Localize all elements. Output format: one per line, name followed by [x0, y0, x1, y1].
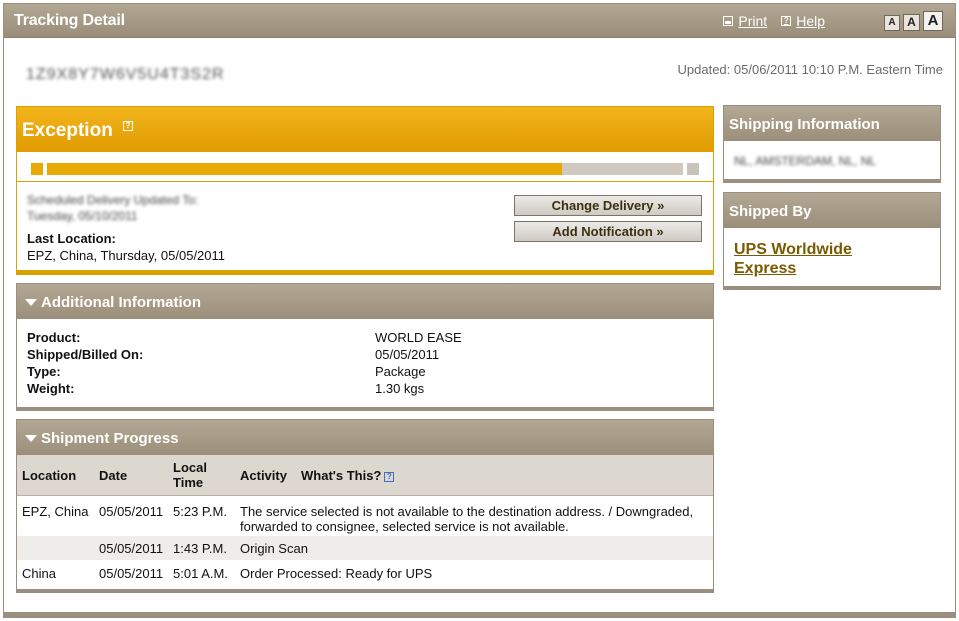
whats-this-label: What's This?: [301, 468, 382, 483]
row-location: EPZ, China: [22, 504, 89, 519]
collapse-triangle-icon: [25, 299, 37, 306]
help-link[interactable]: ? Help: [781, 13, 825, 29]
shipped-by-title: Shipped By: [729, 203, 812, 220]
table-row: China 05/05/2011 5:01 A.M. Order Process…: [17, 560, 713, 585]
row-activity: Origin Scan: [240, 541, 308, 556]
table-row: 05/05/2011 1:43 P.M. Origin Scan: [17, 536, 713, 560]
print-label: Print: [738, 13, 768, 29]
window-title: Tracking Detail: [14, 12, 125, 29]
shipping-info-header: Shipping Information: [724, 106, 940, 141]
print-link[interactable]: Print: [723, 13, 767, 29]
add-notification-button[interactable]: Add Notification »: [514, 221, 702, 242]
window-bottom-border: [4, 612, 955, 617]
help-label: Help: [796, 13, 825, 29]
progress-end-cap: [687, 163, 699, 175]
tracking-number: 1Z9X8Y7W6V5U4T3S2R: [26, 66, 225, 83]
info-row-type: Type: Package: [27, 364, 627, 381]
change-delivery-button[interactable]: Change Delivery »: [514, 195, 702, 216]
info-value: WORLD EASE: [375, 330, 462, 345]
shipment-progress-title: Shipment Progress: [41, 430, 179, 447]
last-location-label: Last Location:: [27, 231, 116, 246]
font-size-controls: A A A: [884, 11, 943, 31]
row-time: 1:43 P.M.: [173, 541, 227, 556]
help-icon: ?: [781, 16, 792, 26]
info-value: Package: [375, 364, 426, 379]
info-label: Type:: [27, 364, 61, 379]
tracking-window: Tracking Detail Print ? Help A A A 1Z9X8…: [3, 3, 956, 618]
col-activity: Activity: [240, 468, 287, 483]
col-local-time-2: Time: [173, 475, 204, 490]
updated-timestamp: Updated: 05/06/2011 10:10 P.M. Eastern T…: [677, 62, 943, 77]
question-icon[interactable]: ?: [384, 471, 395, 482]
divider: [17, 181, 713, 182]
toolbar: Print ? Help: [723, 13, 825, 29]
font-medium-button[interactable]: A: [903, 14, 920, 31]
progress-track: [47, 163, 683, 175]
shipment-progress-header[interactable]: Shipment Progress: [17, 420, 713, 455]
scheduled-delivery-text: Scheduled Delivery Updated To:: [27, 193, 199, 207]
info-row-product: Product: WORLD EASE: [27, 330, 627, 347]
print-icon: [723, 16, 734, 26]
info-value: 05/05/2011: [375, 347, 440, 362]
question-icon[interactable]: ?: [123, 121, 133, 131]
shipped-by-header: Shipped By: [724, 193, 940, 228]
info-row-shipped: Shipped/Billed On: 05/05/2011: [27, 347, 627, 364]
exception-bottom-bar: [17, 270, 713, 274]
col-local-time-1: Local: [173, 460, 207, 475]
shipping-info-panel: Shipping Information NL, AMSTERDAM, NL, …: [723, 105, 941, 183]
info-label: Weight:: [27, 381, 75, 396]
row-date: 05/05/2011: [99, 504, 164, 519]
row-activity: The service selected is not available to…: [240, 504, 694, 534]
additional-info-title: Additional Information: [41, 294, 201, 311]
row-location: China: [22, 566, 56, 581]
font-small-button[interactable]: A: [884, 15, 900, 31]
progress-table: Location Date Local Time Activity What's…: [17, 455, 713, 581]
row-date: 05/05/2011: [99, 541, 164, 556]
info-value: 1.30 kgs: [375, 381, 425, 396]
service-link[interactable]: UPS Worldwide Express: [734, 240, 914, 278]
exception-title: Exception: [22, 120, 113, 141]
row-activity: Order Processed: Ready for UPS: [240, 566, 433, 581]
additional-info-panel: Additional Information Product: WORLD EA…: [16, 283, 714, 411]
font-large-button[interactable]: A: [923, 11, 943, 31]
exception-header: Exception ?: [17, 107, 713, 152]
collapse-triangle-icon: [25, 435, 37, 442]
progress-fill: [47, 163, 563, 175]
additional-info-header[interactable]: Additional Information: [17, 284, 713, 319]
col-location: Location: [22, 468, 77, 483]
progress-bar: [31, 163, 699, 175]
exception-panel: Exception ? Scheduled Delivery Updated T…: [16, 106, 714, 275]
row-time: 5:23 P.M.: [173, 504, 227, 519]
whats-this-header: What's This??: [301, 468, 395, 483]
shipment-progress-panel: Shipment Progress Location Date Local Ti…: [16, 419, 714, 593]
info-label: Product:: [27, 330, 81, 345]
progress-table-header: Location Date Local Time Activity What's…: [17, 455, 713, 496]
shipping-address: NL, AMSTERDAM, NL, NL: [734, 154, 877, 168]
info-row-weight: Weight: 1.30 kgs: [27, 381, 627, 398]
row-time: 5:01 A.M.: [173, 566, 228, 581]
progress-start-cap: [31, 163, 43, 175]
shipped-by-panel: Shipped By UPS Worldwide Express: [723, 192, 941, 290]
table-row: EPZ, China 05/05/2011 5:23 P.M. The serv…: [17, 497, 713, 536]
info-label: Shipped/Billed On:: [27, 347, 144, 362]
scheduled-delivery-date: Tuesday, 05/10/2011: [27, 209, 138, 223]
shipping-info-title: Shipping Information: [729, 116, 880, 133]
col-date: Date: [99, 468, 128, 483]
title-bar: Tracking Detail Print ? Help A A A: [4, 4, 955, 38]
last-location-value: EPZ, China, Thursday, 05/05/2011: [27, 248, 226, 263]
row-date: 05/05/2011: [99, 566, 164, 581]
